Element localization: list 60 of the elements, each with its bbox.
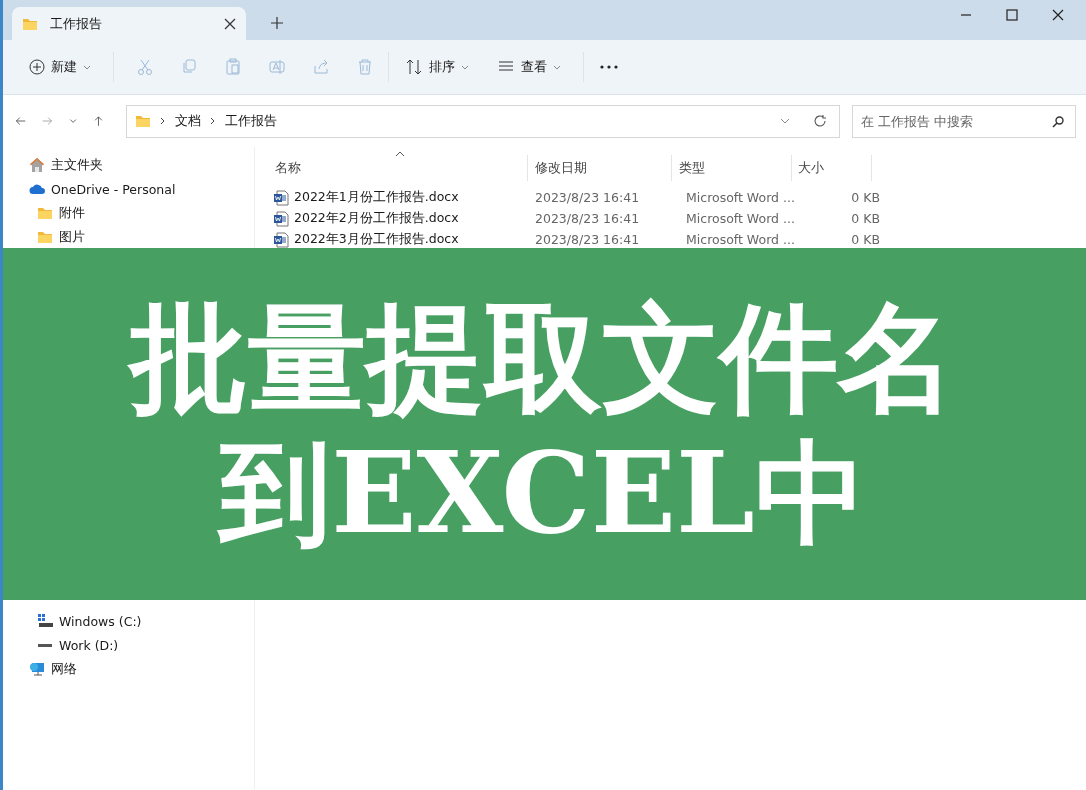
maximize-icon[interactable] [1006,9,1018,21]
sidebar-item[interactable]: Windows (C:) [3,609,254,633]
size-cell-text: 0 KB [850,211,881,226]
breadcrumb[interactable]: 工作报告 [225,112,277,130]
sidebar-item[interactable]: 主文件夹 [3,153,254,177]
caret-icon [83,63,91,71]
type-cell-text: Microsoft Word ... [685,211,796,226]
folder-icon [135,113,151,129]
view-button[interactable]: 查看 [491,52,567,82]
date-cell-text: 2023/8/23 16:41 [534,211,641,226]
new-button[interactable]: 新建 [23,52,97,82]
word-document-icon [273,210,289,227]
chevron-right-icon [210,117,216,125]
sidebar-item[interactable]: OneDrive - Personal [3,177,254,201]
word-document-icon [273,231,289,248]
column-header[interactable]: 修改日期 [528,155,672,181]
sort-button[interactable]: 排序 [399,52,475,82]
type-cell-text: Microsoft Word ... [685,232,796,247]
home-icon [29,157,45,173]
caret-icon [553,63,561,71]
more-icon[interactable] [600,64,618,70]
word-document-icon [273,189,289,206]
column-header[interactable]: 名称 [273,155,528,181]
file-name[interactable]: 2022年1月份工作报告.docx [273,189,528,206]
date-cell-text: 2023/8/23 16:41 [534,232,641,247]
sidebar-item[interactable]: 图片 [3,225,254,249]
close-icon[interactable] [1052,9,1064,21]
caret-icon [461,63,469,71]
address-bar[interactable]: 文档 工作报告 [126,104,840,138]
size-cell-text: 0 KB [850,190,881,205]
sidebar-item[interactable]: 附件 [3,201,254,225]
sort-arrows-icon [405,58,423,76]
banner-headline: 到EXCEL中 [219,437,867,549]
drive-icon [37,613,53,629]
up-arrow-icon[interactable] [93,113,104,129]
date-cell-text: 2023/8/23 16:41 [534,190,641,205]
size-cell-text: 0 KB [850,232,881,247]
plus-circle-icon [29,59,45,75]
folder-tab[interactable]: 工作报告 [12,7,246,40]
drive-icon [38,643,52,647]
breadcrumb[interactable]: 文档 [175,112,201,130]
plus-icon[interactable] [271,17,283,29]
file-name[interactable]: 2022年2月份工作报告.docx [273,210,528,227]
file-name[interactable]: 2022年3月份工作报告.docx [273,231,528,248]
chevron-down-icon[interactable] [780,117,790,125]
type-cell-text: Microsoft Word ... [685,190,796,205]
search-icon [1052,115,1064,128]
sidebar-item[interactable]: Work (D:) [3,633,254,657]
network-icon [29,661,45,677]
close-icon[interactable] [224,17,236,30]
sidebar-item[interactable]: 网络 [3,657,254,681]
folder-icon [37,205,53,221]
chevron-right-icon [160,117,166,125]
sort-up-icon [395,151,405,157]
search-field[interactable]: 在 工作报告 中搜索 [852,104,1076,138]
refresh-icon[interactable] [813,114,827,128]
column-header[interactable]: 类型 [672,155,792,181]
column-header[interactable]: 大小 [792,155,872,181]
tab-title: 工作报告 [50,14,103,33]
folder-icon [37,229,53,245]
